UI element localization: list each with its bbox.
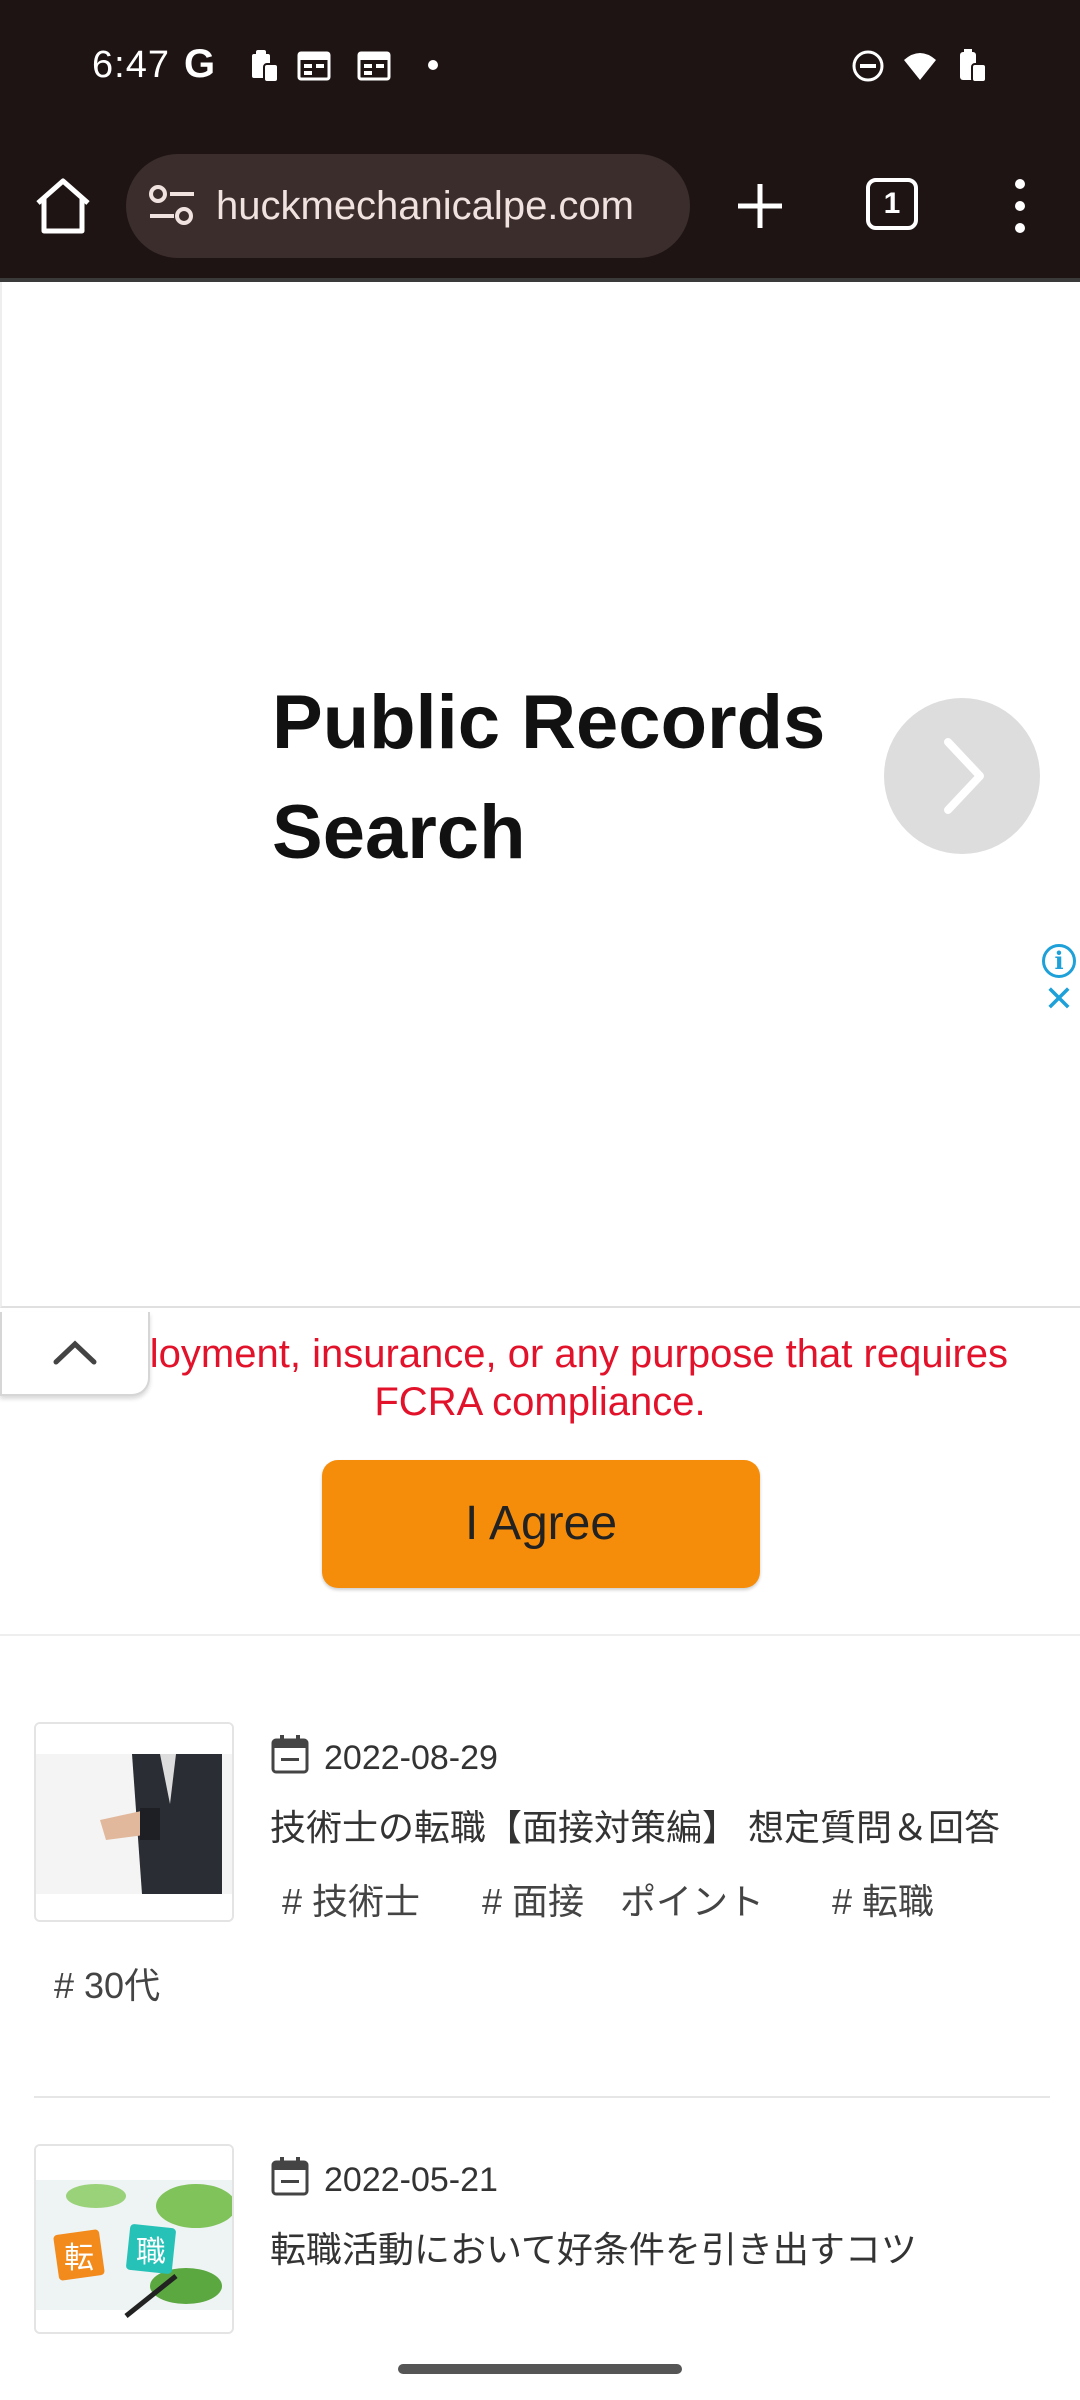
tag-link[interactable]: # 30代 <box>54 1964 160 2008</box>
gesture-navigation-handle[interactable] <box>398 2364 682 2374</box>
calendar-icon <box>357 51 391 81</box>
ad-collapse-button[interactable] <box>0 1312 150 1396</box>
ad-headline[interactable]: Public Records Search <box>272 668 872 888</box>
more-options-button[interactable] <box>1000 174 1040 238</box>
article-item[interactable]: 2022-08-29 技術士の転職【面接対策編】 想定質問＆回答 # 技術士 #… <box>34 1722 1050 2022</box>
tag-link[interactable]: # 転職 <box>832 1880 934 1924</box>
status-time: 6:47 <box>92 44 170 86</box>
article-title[interactable]: 技術士の転職【面接対策編】 想定質問＆回答 <box>270 1806 1000 1850</box>
article-date: 2022-05-21 <box>324 2161 498 2199</box>
article-title[interactable]: 転職活動において好条件を引き出すコツ <box>270 2228 917 2272</box>
clipboard-icon <box>252 50 279 83</box>
battery-icon <box>960 49 987 83</box>
chevron-up-icon <box>53 1340 97 1365</box>
google-g-icon: G <box>184 42 216 86</box>
wifi-icon <box>904 53 936 80</box>
calendar-icon <box>297 51 331 81</box>
tag-link[interactable]: # 面接 ポイント <box>482 1880 764 1924</box>
article-date: 2022-08-29 <box>324 1739 498 1777</box>
i-agree-button[interactable]: I Agree <box>322 1460 760 1588</box>
thumb-char: 職 <box>136 2235 166 2270</box>
chevron-right-icon <box>944 738 984 814</box>
status-bar: 6:47 G <box>0 0 1080 140</box>
article-thumbnail[interactable] <box>34 1722 234 1922</box>
site-settings-icon[interactable] <box>148 184 196 228</box>
do-not-disturb-icon <box>852 50 884 82</box>
ad-next-button[interactable] <box>884 698 1040 854</box>
thumb-char: 転 <box>64 2241 94 2276</box>
url-text: chuckmechanicalpe.com <box>218 184 634 228</box>
ad-info-icon[interactable]: i <box>1042 944 1076 978</box>
ad-close-icon[interactable]: ✕ <box>1042 981 1076 1017</box>
article-thumbnail[interactable]: 転 職 <box>34 2144 234 2334</box>
notification-dot-icon <box>428 60 438 70</box>
tag-link[interactable]: # 技術士 <box>282 1880 420 1924</box>
job-change-image: 転 職 <box>36 2146 232 2332</box>
ad-consent-panel: employment, insurance, or any purpose th… <box>0 1310 1080 1636</box>
article-item[interactable]: 転 職 2022-05-21 転職活動において好条件を引き出すコツ <box>34 2144 1050 2344</box>
home-button[interactable] <box>30 173 96 239</box>
tab-switcher-button[interactable]: 1 <box>866 178 918 230</box>
browser-toolbar: chuckmechanicalpe.com 1 <box>0 140 1080 282</box>
handshake-businessman-image <box>36 1724 232 1920</box>
article-divider <box>34 2096 1050 2098</box>
new-tab-button[interactable] <box>730 176 790 236</box>
address-bar[interactable]: chuckmechanicalpe.com <box>126 154 690 258</box>
ad-disclaimer-text: employment, insurance, or any purpose th… <box>71 1332 1009 1424</box>
